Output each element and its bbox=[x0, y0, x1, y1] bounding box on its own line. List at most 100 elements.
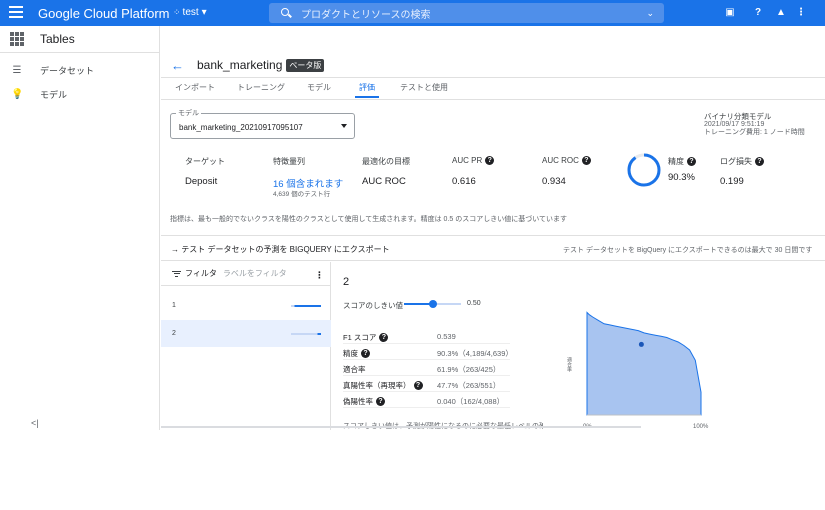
nav-item-label: データセット bbox=[40, 65, 95, 76]
slider-knob[interactable] bbox=[428, 300, 437, 308]
chart-layer: 適合率0%100% bbox=[566, 311, 709, 430]
logloss-label: ログ損失? bbox=[720, 156, 764, 167]
target-label: ターゲット bbox=[185, 156, 225, 167]
metric-key: 偽陽性率? bbox=[343, 396, 385, 407]
pr-curve-area bbox=[586, 311, 702, 416]
label-filter-panel: フィルタ ラベルをフィルタ ⋮ 1 2 bbox=[161, 262, 331, 430]
precision-recall-chart: 適合率0%100% bbox=[566, 311, 709, 430]
help-icon[interactable]: ? bbox=[413, 381, 423, 390]
metric-key: F1 スコア? bbox=[343, 332, 389, 343]
metric-row-f1: F1 スコア? 0.539 bbox=[343, 328, 510, 344]
metric-key: 精度? bbox=[343, 348, 370, 359]
help-icon[interactable]: ? bbox=[361, 349, 370, 358]
aucroc-label: AUC ROC? bbox=[542, 156, 591, 165]
metric-row-recall: 真陽性率（再現率）? 47.7%（263/551） bbox=[343, 376, 510, 392]
threshold-slider[interactable] bbox=[404, 300, 461, 308]
brand-title[interactable]: Google Cloud Platform bbox=[38, 6, 170, 21]
filter-bar[interactable]: フィルタ ラベルをフィルタ ⋮ bbox=[161, 262, 330, 286]
model-select-value: bank_marketing_20210917095107 bbox=[179, 123, 303, 132]
filter-label: フィルタ bbox=[185, 269, 217, 278]
aucroc-value: 0.934 bbox=[542, 176, 566, 187]
metric-row-precision: 適合率 61.9%（263/425） bbox=[343, 360, 510, 376]
menu-icon[interactable] bbox=[9, 6, 23, 20]
training-cost: トレーニング費用: 1 ノード時間 bbox=[704, 129, 805, 136]
gauge-fill bbox=[627, 153, 661, 187]
dataset-title: bank_marketing bbox=[197, 58, 283, 72]
metrics-footnote: 指標は、最も一般的でないクラスを陽性のクラスとして使用して生成されます。精度は … bbox=[170, 216, 568, 223]
nav-header: Tables bbox=[0, 26, 159, 53]
tab-training[interactable]: トレーニング bbox=[237, 82, 285, 93]
metric-table: F1 スコア? 0.539 精度? 90.3%（4,189/4,639） 適合率… bbox=[343, 328, 513, 408]
detail-title: 2 bbox=[343, 276, 350, 288]
help-icon[interactable]: ? bbox=[581, 156, 591, 165]
model-select[interactable]: モデル bank_marketing_20210917095107 bbox=[170, 108, 355, 139]
label-share-bar bbox=[291, 305, 321, 307]
project-selector[interactable]: ⁘ test ▾ bbox=[173, 7, 207, 18]
tables-icon bbox=[10, 32, 24, 46]
arrow-right-icon: → bbox=[171, 245, 182, 254]
label-row-selected[interactable]: 2 bbox=[161, 320, 331, 347]
label-share-bar bbox=[291, 333, 321, 335]
search-icon bbox=[281, 7, 292, 19]
more-vert-icon[interactable]: ⋮ bbox=[795, 7, 807, 19]
y-axis-label: 適合率 bbox=[566, 356, 572, 373]
nav-item-label: モデル bbox=[40, 89, 68, 100]
filter-placeholder[interactable]: ラベルをフィルタ bbox=[223, 268, 287, 279]
tab-model[interactable]: モデル bbox=[307, 82, 331, 93]
metric-value: 61.9%（263/425） bbox=[437, 365, 501, 374]
aucpr-value: 0.616 bbox=[452, 176, 476, 187]
help-icon[interactable]: ? bbox=[752, 7, 764, 19]
help-icon[interactable]: ? bbox=[376, 397, 385, 406]
project-name: test bbox=[182, 7, 199, 18]
dataset-icon: ☰ bbox=[12, 64, 22, 76]
metric-key-text: 偽陽性率 bbox=[343, 397, 373, 406]
project-icon: ⁘ bbox=[173, 7, 180, 17]
precision-label: 精度? bbox=[668, 156, 696, 167]
test-rows: 4,639 個のテスト行 bbox=[273, 191, 331, 198]
aucroc-label-text: AUC ROC bbox=[542, 156, 579, 165]
more-vert-icon[interactable]: ⋮ bbox=[315, 270, 324, 281]
label-row[interactable]: 1 bbox=[161, 292, 331, 319]
metric-key-text: 精度 bbox=[343, 349, 358, 358]
help-icon[interactable]: ? bbox=[379, 333, 389, 342]
features-label-text: 特徴量列 bbox=[273, 157, 305, 166]
search-bar[interactable]: プロダクトとリソースの検索 ⌄ bbox=[269, 3, 664, 23]
features-label: 特徴量列 bbox=[273, 156, 305, 167]
back-arrow-icon[interactable]: ← bbox=[171, 58, 184, 73]
collapse-nav-button[interactable]: <| bbox=[31, 418, 39, 428]
tab-bar: インポート トレーニング モデル 評価 テストと使用 bbox=[161, 78, 825, 100]
chevron-down-icon: ▾ bbox=[201, 7, 207, 18]
metric-row-fpr: 偽陽性率? 0.040（162/4,088） bbox=[343, 392, 510, 408]
metric-key-text: 真陽性率（再現率） bbox=[343, 381, 411, 390]
help-icon[interactable]: ? bbox=[485, 156, 495, 165]
metric-value: 90.3%（4,189/4,639） bbox=[437, 349, 513, 358]
export-bigquery-button[interactable]: → テスト データセットの予測を BIGQUERY にエクスポート bbox=[171, 244, 390, 255]
horizontal-scrollbar[interactable] bbox=[161, 426, 641, 428]
top-bar: Google Cloud Platform ⁘ test ▾ プロダクトとリソー… bbox=[0, 0, 825, 26]
chevron-down-icon[interactable]: ⌄ bbox=[646, 8, 654, 19]
metric-key: 真陽性率（再現率）? bbox=[343, 380, 423, 391]
left-nav: Tables ☰ データセット 💡 モデル <| bbox=[0, 26, 160, 430]
tab-test-use[interactable]: テストと使用 bbox=[400, 82, 448, 93]
model-icon: 💡 bbox=[11, 88, 24, 100]
export-label: テスト データセットの予測を BIGQUERY にエクスポート bbox=[181, 245, 390, 254]
x-tick-label: 100% bbox=[693, 424, 709, 430]
help-icon[interactable]: ? bbox=[755, 157, 764, 166]
objective-label: 最適化の目標 bbox=[362, 156, 410, 167]
threshold-label: スコアのしきい値 bbox=[343, 301, 403, 310]
help-icon[interactable]: ? bbox=[687, 157, 696, 166]
logloss-label-text: ログ損失 bbox=[720, 157, 752, 166]
cloud-shell-icon[interactable]: ▣ bbox=[724, 7, 736, 19]
target-value: Deposit bbox=[185, 176, 218, 187]
nav-item-model[interactable]: 💡 モデル bbox=[0, 82, 159, 106]
metric-key: 適合率 bbox=[343, 364, 366, 375]
beta-badge: ベータ版 bbox=[286, 58, 325, 72]
nav-title: Tables bbox=[40, 32, 75, 46]
metric-key-text: 適合率 bbox=[343, 365, 366, 374]
nav-item-dataset[interactable]: ☰ データセット bbox=[0, 58, 159, 82]
notifications-icon[interactable]: ▲ bbox=[775, 7, 787, 19]
tab-import[interactable]: インポート bbox=[175, 82, 215, 93]
target-label-text: ターゲット bbox=[185, 157, 225, 166]
label-name: 2 bbox=[172, 330, 176, 337]
tab-evaluate[interactable]: 評価 bbox=[355, 82, 379, 98]
